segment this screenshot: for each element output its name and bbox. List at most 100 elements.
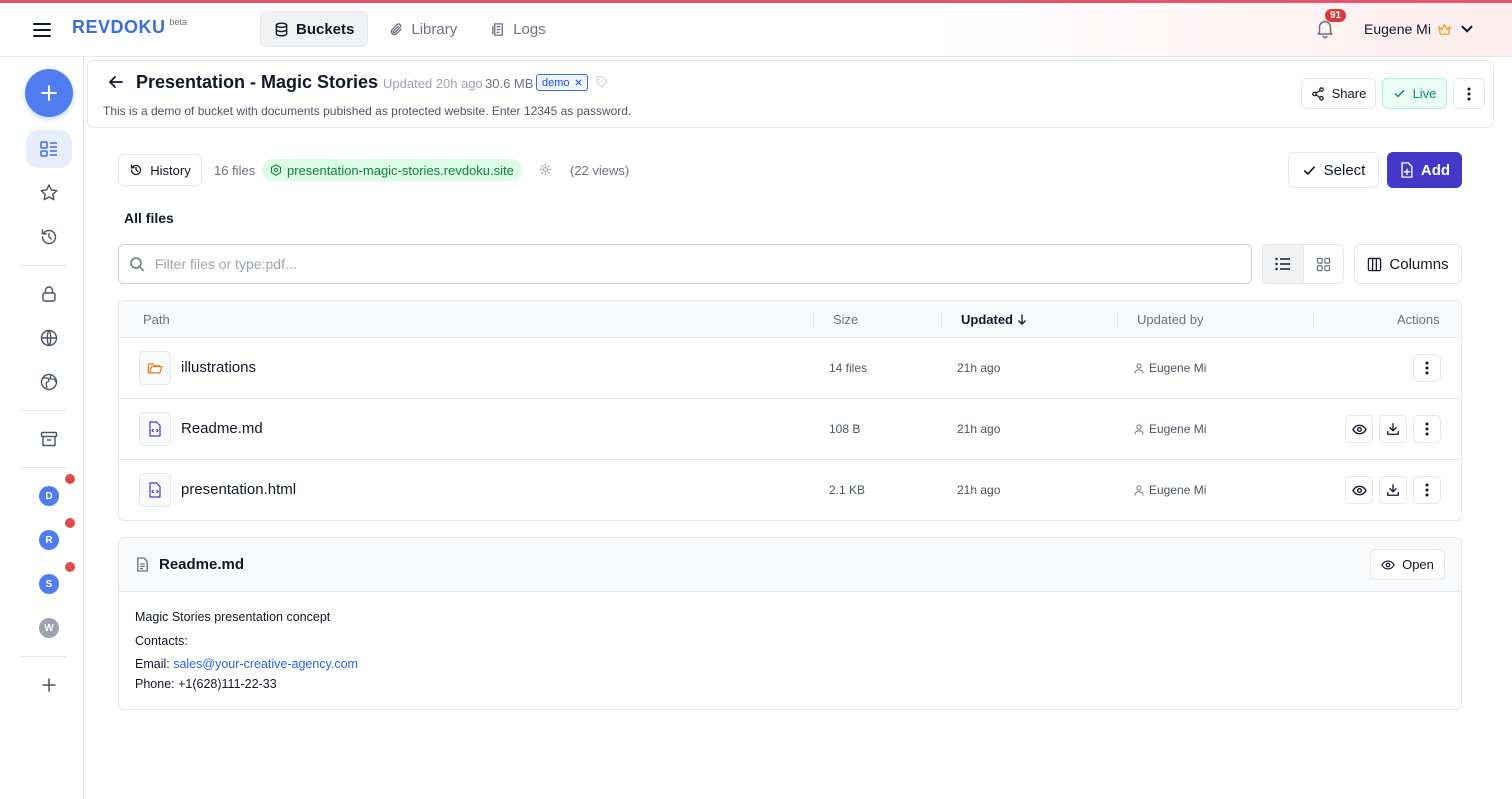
site-url-link[interactable]: presentation-magic-stories.revdoku.site bbox=[262, 159, 522, 181]
column-header-updated[interactable]: Updated bbox=[961, 312, 1027, 327]
plus-icon bbox=[42, 678, 56, 692]
grid-view-button[interactable] bbox=[1304, 245, 1344, 283]
sidebar-item-archive[interactable] bbox=[26, 420, 72, 458]
live-button[interactable]: Live bbox=[1382, 78, 1447, 109]
site-icon bbox=[270, 164, 282, 176]
history-icon bbox=[41, 229, 57, 245]
open-button[interactable]: Open bbox=[1370, 549, 1445, 580]
user-icon bbox=[1134, 484, 1144, 496]
search-box bbox=[118, 244, 1252, 284]
unread-dot bbox=[65, 518, 75, 528]
code-file-icon bbox=[139, 412, 171, 446]
table-row[interactable]: presentation.html 2.1 KB 21h ago Eugene … bbox=[119, 460, 1461, 520]
file-name[interactable]: illustrations bbox=[181, 359, 256, 376]
download-icon bbox=[1387, 423, 1399, 435]
preview-email-line: Email: sales@your-creative-agency.com bbox=[135, 657, 358, 671]
file-updated: 21h ago bbox=[957, 422, 1001, 436]
star-icon bbox=[40, 184, 58, 201]
preview-title: Readme.md bbox=[159, 556, 245, 573]
nav-logs[interactable]: Logs bbox=[478, 11, 559, 47]
email-link[interactable]: sales@your-creative-agency.com bbox=[173, 657, 358, 671]
column-divider bbox=[1117, 311, 1118, 328]
sidebar-item-recent[interactable] bbox=[26, 218, 72, 256]
bucket-description: This is a demo of bucket with documents … bbox=[103, 104, 632, 118]
user-icon bbox=[1134, 362, 1144, 374]
preview-button[interactable] bbox=[1345, 476, 1373, 504]
sidebar-add-workspace[interactable] bbox=[26, 666, 72, 704]
share-button[interactable]: Share bbox=[1301, 78, 1376, 109]
file-name[interactable]: presentation.html bbox=[181, 481, 296, 498]
settings-gear-icon[interactable] bbox=[539, 163, 552, 179]
views-count: (22 views) bbox=[570, 163, 630, 178]
bucket-updated: Updated 20h ago bbox=[383, 76, 483, 91]
nav-library[interactable]: Library bbox=[376, 11, 470, 47]
preview-line: Magic Stories presentation concept bbox=[135, 610, 331, 624]
table-row[interactable]: illustrations 14 files 21h ago Eugene Mi bbox=[119, 338, 1461, 399]
user-menu[interactable]: Eugene Mi bbox=[1364, 20, 1476, 38]
sidebar-item-private[interactable] bbox=[26, 275, 72, 313]
history-icon bbox=[131, 164, 142, 176]
more-vertical-icon bbox=[1467, 87, 1471, 100]
column-divider bbox=[813, 311, 814, 328]
globe-lock-icon bbox=[40, 373, 58, 391]
preview-button[interactable] bbox=[1345, 415, 1373, 443]
bucket-more-button[interactable] bbox=[1453, 78, 1485, 109]
main-nav: Buckets Library Logs bbox=[260, 11, 559, 47]
crown-icon bbox=[1438, 23, 1451, 35]
column-header-updated-by[interactable]: Updated by bbox=[1137, 312, 1204, 327]
add-button[interactable]: Add bbox=[1387, 152, 1462, 188]
sidebar-item-buckets[interactable] bbox=[26, 130, 72, 168]
column-header-path[interactable]: Path bbox=[143, 312, 170, 327]
logs-icon bbox=[492, 22, 504, 36]
file-size: 108 B bbox=[829, 422, 861, 436]
row-more-button[interactable] bbox=[1413, 476, 1441, 504]
workspace-avatar[interactable]: D bbox=[39, 486, 59, 506]
select-button[interactable]: Select bbox=[1288, 152, 1379, 188]
workspace-avatar[interactable]: W bbox=[39, 618, 59, 638]
sidebar-divider bbox=[20, 265, 66, 266]
columns-button[interactable]: Columns bbox=[1354, 244, 1462, 284]
section-title: All files bbox=[124, 210, 174, 226]
list-view-button[interactable] bbox=[1263, 245, 1304, 283]
tag-demo[interactable]: demo bbox=[536, 74, 588, 91]
back-arrow-icon[interactable] bbox=[108, 74, 126, 92]
row-more-button[interactable] bbox=[1413, 415, 1441, 443]
notifications-badge: 91 bbox=[1325, 9, 1347, 22]
sidebar-divider bbox=[20, 410, 66, 411]
create-button[interactable] bbox=[25, 69, 73, 117]
unread-dot bbox=[65, 562, 75, 572]
row-more-button[interactable] bbox=[1413, 354, 1441, 382]
add-tag-icon[interactable] bbox=[595, 75, 609, 92]
sidebar-item-public[interactable] bbox=[26, 319, 72, 357]
sidebar-item-starred[interactable] bbox=[26, 174, 72, 212]
workspace-avatar[interactable]: R bbox=[39, 530, 59, 550]
paperclip-icon bbox=[391, 22, 403, 35]
history-button[interactable]: History bbox=[118, 154, 202, 186]
sidebar-item-websites[interactable] bbox=[26, 363, 72, 401]
menu-icon[interactable] bbox=[30, 18, 54, 42]
document-icon bbox=[137, 557, 148, 572]
nav-buckets[interactable]: Buckets bbox=[260, 11, 369, 47]
table-header: Path Size Updated Updated by Actions bbox=[119, 301, 1461, 338]
download-button[interactable] bbox=[1379, 476, 1407, 504]
workspace-avatar[interactable]: S bbox=[39, 574, 59, 594]
logo[interactable]: REVDOKU beta bbox=[72, 17, 187, 38]
unread-dot bbox=[65, 474, 75, 484]
search-input[interactable] bbox=[155, 253, 1235, 275]
more-vertical-icon bbox=[1425, 422, 1429, 436]
column-header-size[interactable]: Size bbox=[833, 312, 858, 327]
file-name[interactable]: Readme.md bbox=[181, 420, 263, 437]
preview-line: Contacts: bbox=[135, 634, 188, 648]
preview-line: Phone: +1(628)111-22-33 bbox=[135, 677, 277, 691]
list-icon bbox=[1275, 257, 1290, 271]
eye-icon bbox=[1351, 485, 1367, 495]
close-icon[interactable] bbox=[575, 79, 582, 86]
search-icon bbox=[130, 257, 145, 272]
archive-icon bbox=[40, 431, 58, 447]
table-row[interactable]: Readme.md 108 B 21h ago Eugene Mi bbox=[119, 399, 1461, 460]
grid-icon bbox=[1316, 257, 1330, 271]
user-icon bbox=[1134, 423, 1144, 435]
download-button[interactable] bbox=[1379, 415, 1407, 443]
top-bar: REVDOKU beta Buckets Library Logs 91 Euge… bbox=[0, 3, 1512, 57]
column-divider bbox=[1313, 311, 1314, 328]
